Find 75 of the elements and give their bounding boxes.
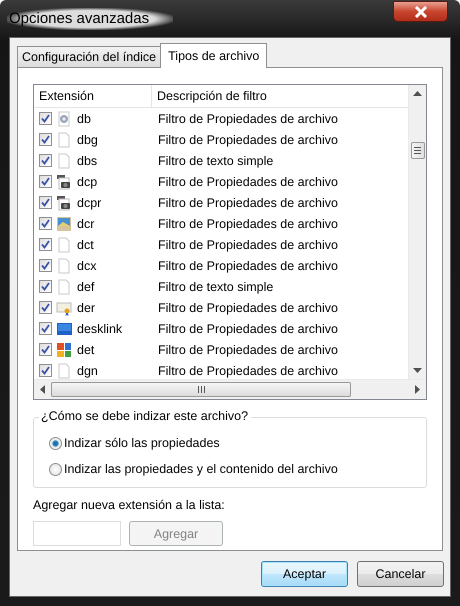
- table-cell: det: [77, 342, 94, 356]
- table-cell-text: Filtro de Propiedades de archivo: [157, 258, 338, 275]
- scroll-right-icon[interactable]: [415, 385, 420, 394]
- checkbox[interactable]: [39, 154, 52, 167]
- table-cell-text: Filtro de Propiedades de archivo: [157, 110, 338, 128]
- file-icon: [56, 236, 72, 252]
- tab[interactable]: Tipos de archivo: [160, 43, 268, 68]
- checkbox[interactable]: [39, 238, 52, 251]
- gear-file-icon: [56, 110, 72, 126]
- table-cell-text: Filtro de Propiedades de archivo: [157, 216, 338, 233]
- table-cell: dgn: [77, 364, 98, 378]
- radio-button[interactable]: [49, 436, 62, 450]
- table-cell: dbg: [77, 132, 98, 146]
- checkbox[interactable]: [39, 364, 52, 377]
- checkbox[interactable]: [39, 112, 52, 125]
- table-cell: der: [77, 300, 96, 314]
- radio-label[interactable]: Indizar las propiedades y el contenido del archivo: [64, 462, 338, 476]
- vertical-scrollbar[interactable]: [408, 85, 426, 379]
- table-cell: dcx: [77, 258, 96, 272]
- radio-label[interactable]: Indizar sólo las propiedades: [64, 436, 220, 450]
- table-cell: dct: [77, 238, 94, 252]
- colored-squares-icon: [56, 342, 72, 358]
- checkbox[interactable]: [39, 343, 52, 356]
- table-cell-text: Filtro de texto simple: [157, 278, 274, 296]
- checkbox[interactable]: [39, 217, 52, 230]
- table-cell-text: Filtro de Propiedades de archivo: [157, 132, 338, 149]
- table-cell: dcp: [77, 174, 98, 188]
- table-cell: dcpr: [77, 196, 102, 210]
- column-header[interactable]: Extensión: [34, 85, 152, 107]
- table-cell-text: Filtro de Propiedades de archivo: [157, 300, 338, 317]
- file-icon: [56, 152, 72, 168]
- desktop-icon: [56, 320, 72, 336]
- table-cell: desklink: [77, 322, 122, 336]
- scroll-down-icon[interactable]: [413, 368, 422, 373]
- extension-field[interactable]: [33, 521, 121, 546]
- radio-button[interactable]: [49, 462, 62, 476]
- checkbox[interactable]: [39, 259, 52, 272]
- table-cell: db: [77, 112, 91, 126]
- scrollbar-thumb[interactable]: [51, 382, 351, 397]
- camera-file-icon: [56, 174, 72, 190]
- checkbox[interactable]: [39, 133, 52, 146]
- table-cell-text: Filtro de Propiedades de archivo: [157, 236, 338, 254]
- field-label: Agregar nueva extensión a la lista:: [33, 498, 226, 514]
- image-file-icon: [56, 216, 72, 232]
- horizontal-scrollbar[interactable]: [34, 379, 426, 399]
- scroll-up-icon[interactable]: [413, 91, 422, 96]
- table-cell-text: Filtro de Propiedades de archivo: [157, 342, 338, 359]
- scroll-left-icon[interactable]: [40, 385, 45, 394]
- checkbox[interactable]: [39, 322, 52, 335]
- file-icon: [56, 278, 72, 294]
- group-title: ¿Cómo se debe indizar este archivo?: [39, 409, 252, 423]
- table-cell: dbs: [77, 154, 98, 168]
- certificate-icon: [56, 300, 72, 316]
- table-cell-text: Filtro de texto simple: [157, 152, 274, 170]
- file-icon: [56, 132, 72, 148]
- checkbox[interactable]: [39, 175, 52, 188]
- dialog-button[interactable]: Aceptar: [261, 560, 348, 586]
- checkbox[interactable]: [39, 301, 52, 314]
- checkbox[interactable]: [39, 280, 52, 293]
- window-title: Opciones avanzadas: [7, 8, 174, 30]
- checkbox[interactable]: [39, 196, 52, 209]
- table-cell-text: Filtro de Propiedades de archivo: [157, 362, 338, 379]
- dialog-button[interactable]: Cancelar: [357, 560, 444, 586]
- camera-file-icon: [56, 194, 72, 210]
- table-cell: dcr: [77, 216, 94, 230]
- close-button[interactable]: [393, 1, 448, 22]
- table-cell: def: [77, 280, 94, 294]
- file-icon: [56, 258, 72, 274]
- table-cell-text: Filtro de Propiedades de archivo: [157, 320, 338, 338]
- tab[interactable]: Configuración del índice: [17, 46, 162, 67]
- column-header[interactable]: Descripción de filtro: [152, 85, 267, 107]
- table-cell-text: Filtro de Propiedades de archivo: [157, 174, 338, 191]
- table-cell-text: Filtro de Propiedades de archivo: [157, 194, 338, 212]
- scrollbar-thumb[interactable]: [410, 142, 424, 159]
- close-icon: [414, 6, 428, 18]
